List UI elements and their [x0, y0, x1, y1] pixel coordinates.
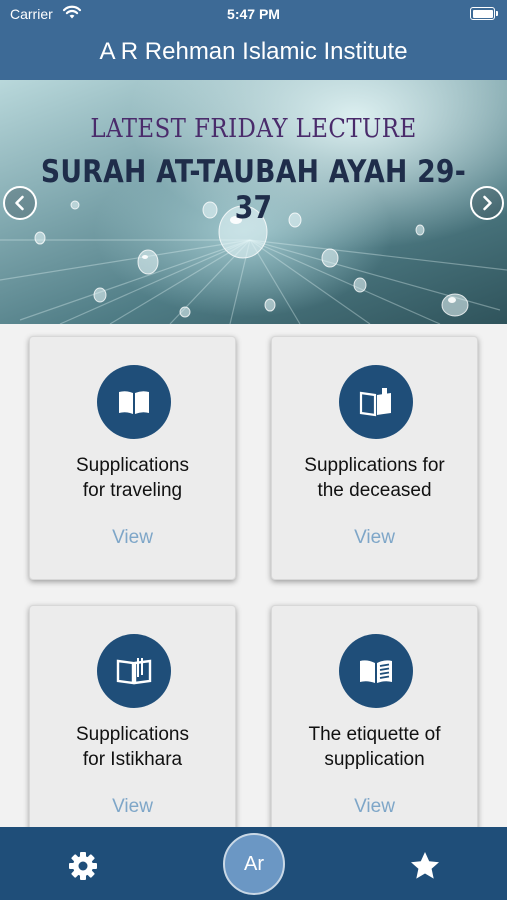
card-title-line: Supplications — [75, 455, 190, 476]
carousel-prev-button[interactable] — [3, 186, 37, 220]
view-button[interactable]: View — [30, 527, 235, 549]
card-supplications-traveling[interactable]: Supplications for traveling View — [29, 336, 236, 580]
card-title-line: for traveling — [82, 480, 183, 501]
view-button[interactable]: View — [272, 527, 477, 549]
card-supplications-deceased[interactable]: Supplications for the deceased View — [271, 336, 478, 580]
card-supplications-istikhara[interactable]: Supplications for Istikhara View — [29, 605, 236, 827]
view-button[interactable]: View — [272, 796, 477, 818]
book-bookmark-icon — [339, 365, 413, 439]
nav-bar: A R Rehman Islamic Institute — [0, 30, 507, 80]
supplications-grid: Supplications for traveling View Supplic… — [0, 324, 507, 827]
card-title: Supplications for the deceased — [278, 453, 471, 503]
carousel-next-button[interactable] — [470, 186, 504, 220]
banner-subtitle: LATEST FRIDAY LECTURE — [90, 114, 417, 144]
card-title: Supplications for traveling — [36, 453, 229, 503]
bottom-tab-bar: Ar — [0, 827, 507, 900]
chevron-left-icon — [15, 195, 24, 211]
star-icon[interactable] — [408, 849, 442, 883]
card-title-line: supplication — [324, 749, 425, 770]
card-title-line: the deceased — [317, 480, 432, 501]
gear-icon[interactable] — [66, 849, 100, 883]
chevron-right-icon — [483, 195, 492, 211]
card-etiquette-supplication[interactable]: The etiquette of supplication View — [271, 605, 478, 827]
card-title-line: Supplications for — [304, 455, 445, 476]
language-toggle-button[interactable]: Ar — [223, 833, 285, 895]
card-title: Supplications for Istikhara — [36, 722, 229, 772]
battery-icon — [470, 7, 498, 20]
book-outline-icon — [97, 634, 171, 708]
card-title-line: Supplications — [75, 724, 190, 745]
lecture-banner[interactable]: LATEST FRIDAY LECTURE SURAH AT-TAUBAH AY… — [0, 80, 507, 324]
book-open-icon — [97, 365, 171, 439]
banner-title: SURAH AT-TAUBAH AYAH 29-37 — [40, 154, 467, 226]
card-title-line: for Istikhara — [82, 749, 183, 770]
card-title: The etiquette of supplication — [278, 722, 471, 772]
card-title-line: The etiquette of — [308, 724, 441, 745]
book-text-icon — [339, 634, 413, 708]
status-time: 5:47 PM — [227, 6, 280, 22]
view-button[interactable]: View — [30, 796, 235, 818]
status-bar: Carrier 5:47 PM — [0, 0, 507, 30]
page-title: A R Rehman Islamic Institute — [99, 38, 408, 65]
